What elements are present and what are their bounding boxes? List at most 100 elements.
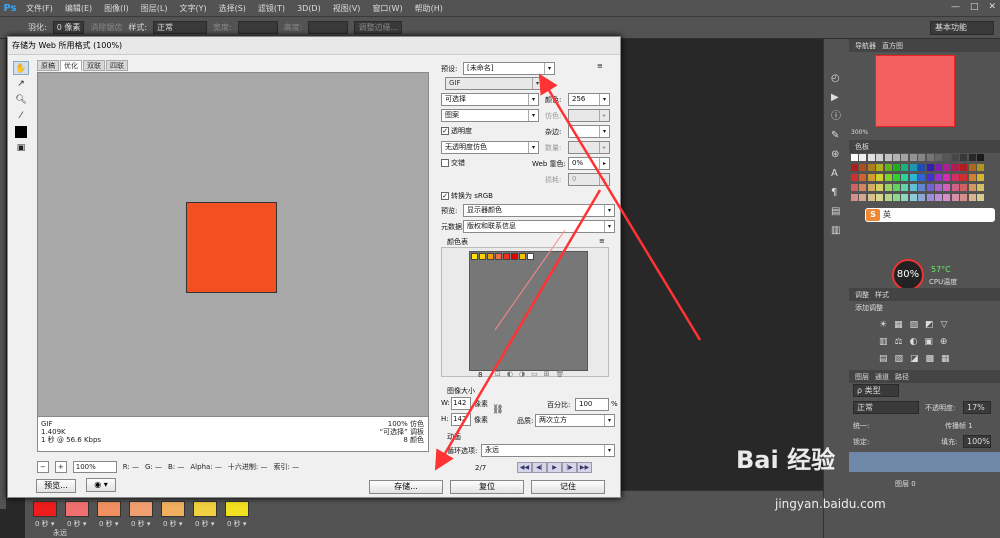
first-frame-icon[interactable]: ◀◀ xyxy=(517,462,532,473)
prev-frame-icon[interactable]: ◀| xyxy=(532,462,547,473)
last-frame-icon[interactable]: ▶▶ xyxy=(577,462,592,473)
tab-navigator[interactable]: 导航器 xyxy=(855,41,876,51)
menu-edit[interactable]: 编辑(E) xyxy=(59,3,98,14)
timeline-frame[interactable] xyxy=(161,501,185,517)
propagate-checkbox[interactable]: 传播帧 1 xyxy=(945,421,973,431)
frame-delay[interactable]: 0 秒 ▾ xyxy=(35,519,54,529)
frame-delay[interactable]: 0 秒 ▾ xyxy=(227,519,246,529)
frame-delay[interactable]: 0 秒 ▾ xyxy=(99,519,118,529)
menu-help[interactable]: 帮助(H) xyxy=(409,3,449,14)
history-icon[interactable]: ◴ xyxy=(831,69,849,88)
timeline-frame[interactable] xyxy=(97,501,121,517)
lossy-input[interactable]: 0 ▸ xyxy=(568,173,610,186)
preview-canvas[interactable] xyxy=(37,72,429,417)
opacity-input[interactable]: 17% xyxy=(963,401,991,414)
preview-button[interactable]: 预览... xyxy=(36,479,76,493)
convert-srgb-checkbox[interactable]: ✓ 转换为 sRGB xyxy=(441,191,493,201)
zoom-tool-icon[interactable]: 🔍︎ xyxy=(13,93,29,107)
preview-select[interactable]: 显示器颜色 ▾ xyxy=(463,204,615,217)
hand-tool-icon[interactable]: ✋ xyxy=(13,61,29,75)
tab-original[interactable]: 原稿 xyxy=(37,60,59,71)
layer-kind-filter[interactable]: ρ 类型 xyxy=(853,384,899,397)
menu-view[interactable]: 视图(V) xyxy=(327,3,367,14)
menu-filter[interactable]: 滤镜(T) xyxy=(252,3,291,14)
menu-select[interactable]: 选择(S) xyxy=(213,3,252,14)
timeline-frame[interactable] xyxy=(129,501,153,517)
tab-styles[interactable]: 样式 xyxy=(875,290,889,300)
loop-select[interactable]: 永远 ▾ xyxy=(481,444,615,457)
zoom-in-button[interactable]: + xyxy=(54,461,67,473)
format-select[interactable]: GIF ▾ xyxy=(445,77,543,90)
optimize-menu-icon[interactable]: ≡ xyxy=(597,62,603,70)
style-select[interactable]: 正常 xyxy=(153,21,208,34)
timeline-frame[interactable] xyxy=(65,501,89,517)
adjustment-icons[interactable]: ☀▦▨◩▽ ▥⚖◐▣⊕ ▤▧◪▩▦ xyxy=(879,317,979,368)
height-input[interactable] xyxy=(308,21,349,34)
menu-image[interactable]: 图像(I) xyxy=(98,3,135,14)
maximize-icon[interactable]: □ xyxy=(970,2,979,12)
layer-comps-icon[interactable]: ▥ xyxy=(831,221,849,240)
blend-mode-select[interactable]: 正常 xyxy=(853,401,919,414)
reduction-select[interactable]: 可选择 ▾ xyxy=(441,93,539,106)
minimize-icon[interactable]: — xyxy=(951,2,960,12)
frame-delay[interactable]: 0 秒 ▾ xyxy=(195,519,214,529)
percent-input[interactable]: 100 xyxy=(575,398,609,411)
zoom-select[interactable]: 100% xyxy=(72,461,117,473)
preset-select[interactable]: [未命名] ▾ xyxy=(463,62,555,75)
save-button[interactable]: 存储... xyxy=(369,480,443,494)
next-frame-icon[interactable]: |▶ xyxy=(562,462,577,473)
height-input[interactable]: 142 xyxy=(451,413,471,426)
loop-select[interactable]: 永远 xyxy=(53,528,67,538)
toggle-slices-icon[interactable]: ▣ xyxy=(13,141,29,155)
link-chain-icon[interactable]: ⛓ xyxy=(492,405,503,415)
amount-input[interactable]: ▸ xyxy=(568,141,610,154)
color-table-actions[interactable]: ⊡◐◑▭⊞🗑︎ xyxy=(495,370,570,378)
info-icon[interactable]: ⓘ xyxy=(831,107,849,126)
play-icon[interactable]: ▶ xyxy=(547,462,562,473)
width-input[interactable]: 142 xyxy=(451,397,471,410)
browser-select[interactable]: ◉ ▾ xyxy=(86,478,116,492)
dither-amount[interactable]: ▸ xyxy=(568,109,610,122)
swatch-grid[interactable] xyxy=(851,154,987,206)
frame-delay[interactable]: 0 秒 ▾ xyxy=(163,519,182,529)
timeline-frame[interactable] xyxy=(193,501,217,517)
menu-file[interactable]: 文件(F) xyxy=(20,3,59,14)
layer-row-selected[interactable] xyxy=(849,452,1000,472)
zoom-out-button[interactable]: − xyxy=(37,461,49,473)
timeline-frame[interactable] xyxy=(225,501,249,517)
close-icon[interactable]: ✕ xyxy=(988,2,996,12)
actions-icon[interactable]: ▶ xyxy=(831,88,849,107)
tab-2up[interactable]: 双联 xyxy=(83,60,105,71)
fill-input[interactable]: 100% xyxy=(963,435,991,448)
matte-select[interactable]: ▾ xyxy=(568,125,610,138)
tab-paths[interactable]: 路径 xyxy=(895,372,909,382)
clone-icon[interactable]: ⊛ xyxy=(831,145,849,164)
transparency-checkbox[interactable]: ✓ 透明度 xyxy=(441,126,472,136)
ime-mode-label[interactable]: 英 xyxy=(883,210,891,219)
slice-select-icon[interactable]: ↗ xyxy=(13,77,29,91)
tab-adjustments[interactable]: 调整 xyxy=(855,290,869,300)
color-table-menu-icon[interactable]: ≡ xyxy=(599,237,605,245)
tab-4up[interactable]: 四联 xyxy=(106,60,128,71)
eyedropper-icon[interactable]: ⁄ xyxy=(13,109,29,123)
workspace-select[interactable]: 基本功能 xyxy=(930,21,994,35)
tab-channels[interactable]: 通道 xyxy=(875,372,889,382)
eyedropper-color-swatch[interactable] xyxy=(13,125,29,139)
refine-edge-button[interactable]: 调整边缘... xyxy=(354,21,403,34)
tab-histogram[interactable]: 直方图 xyxy=(882,41,903,51)
tab-layers[interactable]: 图层 xyxy=(855,372,869,382)
paragraph-icon[interactable]: ¶ xyxy=(831,183,849,202)
transparency-dither-select[interactable]: 无透明度仿色 ▾ xyxy=(441,141,539,154)
menu-3d[interactable]: 3D(D) xyxy=(291,4,327,13)
tab-swatches[interactable]: 色板 xyxy=(855,142,869,152)
frame-delay[interactable]: 0 秒 ▾ xyxy=(67,519,86,529)
metadata-select[interactable]: 版权和联系信息 ▾ xyxy=(463,220,615,233)
character-icon[interactable]: A xyxy=(831,164,849,183)
width-input[interactable] xyxy=(237,21,278,34)
colors-select[interactable]: 256 ▾ xyxy=(568,93,610,106)
interlaced-checkbox[interactable]: 交错 xyxy=(441,158,465,168)
menu-window[interactable]: 窗口(W) xyxy=(366,3,408,14)
layer-row[interactable]: 图层 0 xyxy=(849,474,1000,492)
antialias-checkbox[interactable]: 消除锯齿 xyxy=(90,22,122,33)
menu-type[interactable]: 文字(Y) xyxy=(173,3,212,14)
